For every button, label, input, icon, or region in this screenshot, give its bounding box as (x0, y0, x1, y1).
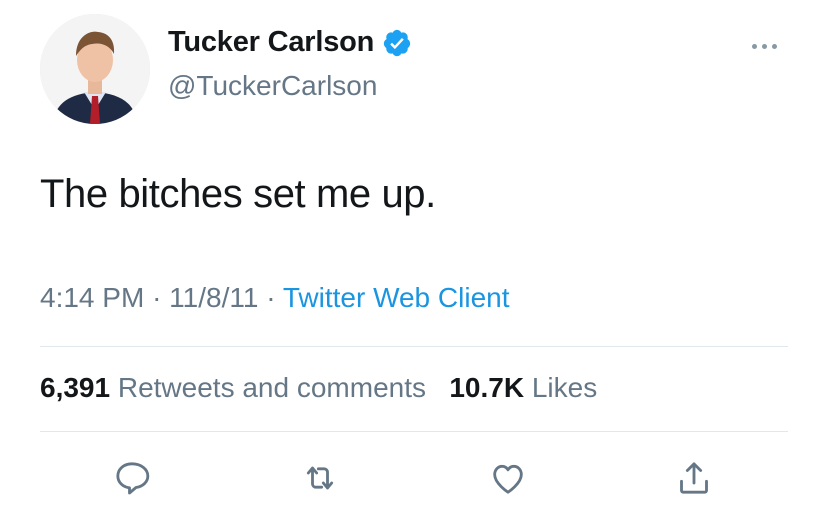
retweet-icon[interactable] (298, 456, 342, 500)
divider (40, 346, 788, 347)
avatar-portrait (40, 14, 150, 124)
tweet-stats: 6,391 Retweets and comments 10.7K Likes (40, 372, 597, 404)
author-name-row: Tucker Carlson (168, 26, 412, 59)
tweet-text: The bitches set me up. (40, 172, 436, 216)
reply-icon[interactable] (110, 456, 154, 500)
divider (40, 431, 788, 432)
meta-separator: · (152, 282, 162, 313)
tweet-time[interactable]: 4:14 PM (40, 282, 144, 313)
retweets-label: Retweets and comments (117, 372, 426, 403)
verified-badge-icon (382, 28, 412, 58)
author-display-name[interactable]: Tucker Carlson (168, 26, 374, 59)
retweets-count: 6,391 (40, 372, 111, 403)
meta-separator: · (266, 282, 276, 313)
like-icon[interactable] (486, 456, 530, 500)
tweet-date[interactable]: 11/8/11 (169, 282, 258, 313)
retweets-stat[interactable]: 6,391 Retweets and comments (40, 372, 426, 403)
tweet-meta: 4:14 PM · 11/8/11 · Twitter Web Client (40, 282, 510, 314)
tweet-client-link[interactable]: Twitter Web Client (283, 282, 510, 313)
author-handle[interactable]: @TuckerCarlson (168, 70, 377, 102)
action-bar (0, 456, 828, 504)
share-icon[interactable] (672, 456, 716, 500)
likes-count: 10.7K (449, 372, 525, 403)
likes-label: Likes (531, 372, 598, 403)
likes-stat[interactable]: 10.7K Likes (449, 372, 597, 403)
avatar[interactable] (40, 14, 150, 124)
more-icon[interactable] (752, 36, 788, 56)
